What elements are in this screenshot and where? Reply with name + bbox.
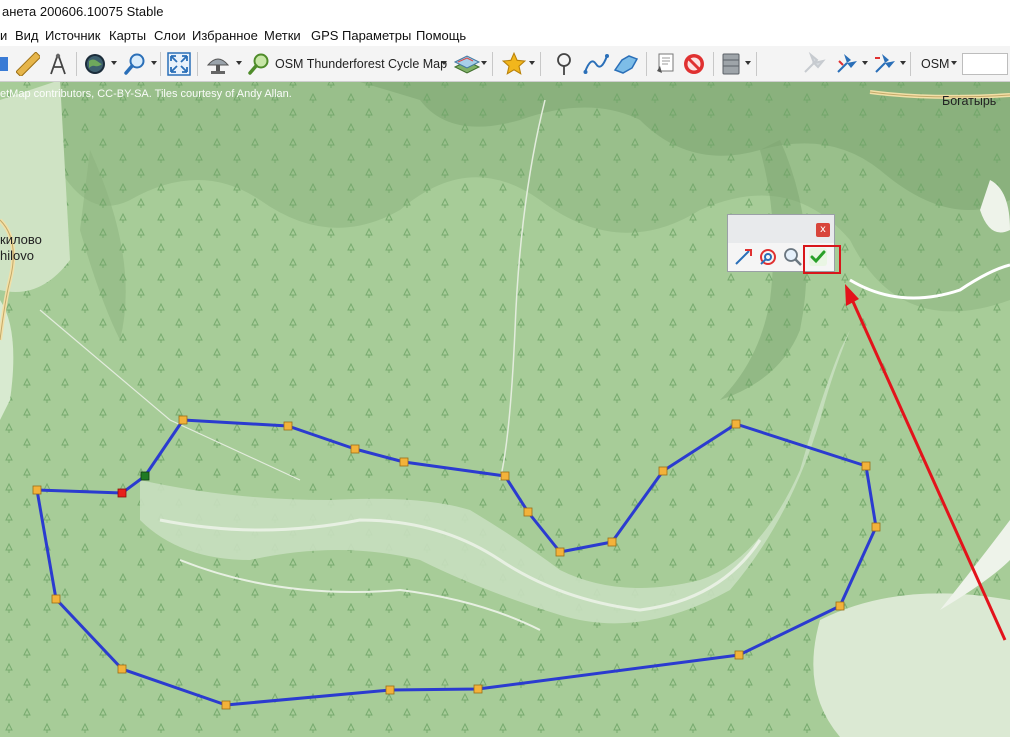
map-source-label[interactable]: OSM Thunderforest Cycle Map [275, 57, 447, 71]
map-attribution: etMap contributors, CC-BY-SA. Tiles cour… [0, 88, 292, 100]
marker-icon[interactable] [552, 52, 576, 76]
menu-item-favorites[interactable]: Избранное [192, 28, 258, 43]
gps-icon[interactable] [833, 52, 861, 76]
apply-highlight-box [803, 245, 841, 274]
menu-item-settings[interactable]: Параметры [342, 28, 411, 43]
route-start-point [117, 488, 127, 498]
menu-item-view[interactable]: Вид [15, 28, 39, 43]
zoom-icon[interactable] [783, 247, 803, 267]
no-entry-icon[interactable] [681, 52, 707, 76]
window-title: анета 200606.10075 Stable [2, 4, 164, 19]
source-short-label[interactable]: OSM [921, 57, 949, 71]
database-icon[interactable] [719, 52, 743, 76]
polygon-icon[interactable] [612, 52, 640, 76]
layers-icon[interactable] [452, 52, 482, 76]
route-end-point [140, 471, 150, 481]
satellite-icon[interactable] [204, 52, 232, 76]
compass-icon[interactable] [46, 52, 70, 76]
menu-item-gps[interactable]: GPS [311, 28, 338, 43]
map-canvas[interactable] [0, 82, 1010, 737]
menu-item-help[interactable]: Помощь [416, 28, 466, 43]
ruler-icon[interactable] [16, 52, 40, 76]
menu-item-marks[interactable]: Метки [264, 28, 301, 43]
star-icon[interactable] [500, 51, 528, 76]
target-icon[interactable] [758, 247, 778, 267]
gps-track-icon[interactable] [871, 52, 899, 76]
tool-left-cut-icon[interactable] [0, 52, 10, 76]
popup-close-button[interactable]: x [816, 223, 830, 237]
menu-item-maps[interactable]: Карты [109, 28, 146, 43]
menu-item-file[interactable]: и [0, 28, 7, 43]
map-search-icon[interactable] [246, 52, 272, 76]
menu-item-layers[interactable]: Слои [154, 28, 186, 43]
search-input[interactable] [962, 53, 1008, 75]
place-label-right: Богатырь [942, 94, 997, 108]
notes-icon[interactable] [652, 52, 678, 76]
place-label-bottom: hilovo [0, 248, 34, 263]
title-bar: анета 200606.10075 Stable [0, 0, 1010, 24]
menu-bar: и Вид Источник Карты Слои Избранное Метк… [0, 24, 1010, 46]
edit-path-icon[interactable] [734, 247, 754, 267]
menu-item-source[interactable]: Источник [45, 28, 101, 43]
place-label-top: килово [0, 232, 42, 247]
zoom-icon[interactable] [122, 52, 148, 76]
gps-disabled-icon[interactable] [800, 52, 828, 76]
main-toolbar: OSM Thunderforest Cycle Map OSM [0, 46, 1010, 82]
map-view[interactable]: etMap contributors, CC-BY-SA. Tiles cour… [0, 82, 1010, 737]
fullscreen-icon[interactable] [166, 52, 192, 76]
globe-icon[interactable] [82, 52, 108, 76]
path-icon[interactable] [583, 52, 609, 76]
